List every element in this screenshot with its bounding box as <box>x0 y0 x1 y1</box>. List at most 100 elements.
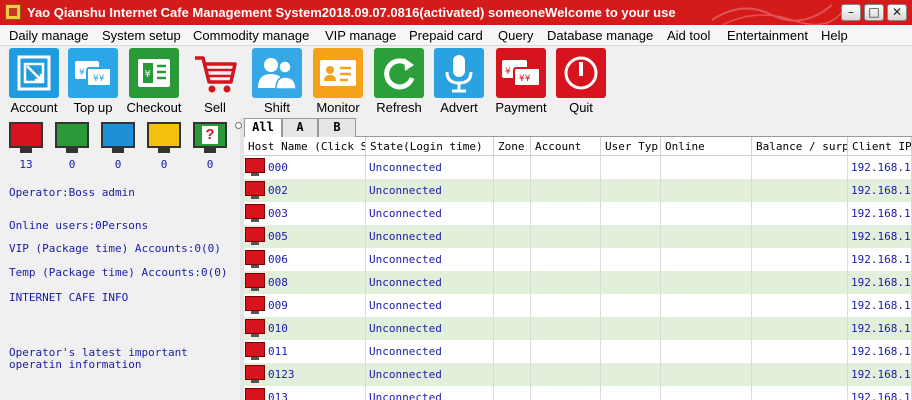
menu-prepaid-card[interactable]: Prepaid card <box>409 28 483 43</box>
menu-database-manage[interactable]: Database manage <box>547 28 653 43</box>
host-name: 005 <box>268 230 288 243</box>
question-mark-icon: ? <box>202 126 218 144</box>
table-cell <box>531 271 601 294</box>
menu-vip-manage[interactable]: VIP manage <box>325 28 396 43</box>
table-cell <box>752 386 848 400</box>
sell-button[interactable]: Sell <box>187 48 243 116</box>
checkout-icon: ¥ <box>129 48 179 98</box>
host-name: 011 <box>268 345 288 358</box>
monitor-green-icon[interactable] <box>55 122 89 156</box>
account-button[interactable]: Account <box>6 48 62 116</box>
menu-daily-manage[interactable]: Daily manage <box>9 28 89 43</box>
shift-button[interactable]: Shift <box>249 48 305 116</box>
table-cell <box>601 317 661 340</box>
table-row[interactable]: 011 Unconnected 192.168.10 <box>244 340 912 363</box>
menu-commodity-manage[interactable]: Commodity manage <box>193 28 309 43</box>
splitter-handle-icon[interactable] <box>235 122 242 129</box>
table-cell: Unconnected <box>366 340 494 363</box>
power-icon <box>556 48 606 98</box>
menu-help[interactable]: Help <box>821 28 848 43</box>
table-row[interactable]: 009 Unconnected 192.168.10 <box>244 294 912 317</box>
table-cell: 192.168.10 <box>848 156 912 179</box>
id-card-icon <box>313 48 363 98</box>
host-table: Host Name (Click Sc State(Login time) Zo… <box>244 137 912 400</box>
table-row[interactable]: 000 Unconnected 192.168.10 <box>244 156 912 179</box>
table-row[interactable]: 002 Unconnected 192.168.10 <box>244 179 912 202</box>
table-row[interactable]: 0123 Unconnected 192.168.10 <box>244 363 912 386</box>
advert-button[interactable]: Advert <box>431 48 487 116</box>
checkout-button[interactable]: ¥ Checkout <box>126 48 182 116</box>
table-cell <box>601 202 661 225</box>
table-row[interactable]: 003 Unconnected 192.168.10 <box>244 202 912 225</box>
table-cell <box>531 340 601 363</box>
tab-all[interactable]: All <box>244 118 282 138</box>
menu-entertainment[interactable]: Entertainment <box>727 28 808 43</box>
refresh-button[interactable]: Refresh <box>371 48 427 116</box>
table-row[interactable]: 005 Unconnected 192.168.10 <box>244 225 912 248</box>
col-zone[interactable]: Zone <box>494 137 531 156</box>
refresh-icon <box>374 48 424 98</box>
col-client-ip[interactable]: Client IP <box>848 137 912 156</box>
table-cell <box>531 156 601 179</box>
host-name: 002 <box>268 184 288 197</box>
monitor-blue-icon[interactable] <box>101 122 135 156</box>
table-cell: 006 <box>244 248 366 271</box>
table-header: Host Name (Click Sc State(Login time) Zo… <box>244 137 912 156</box>
monitor-unknown-icon[interactable]: ? <box>193 122 227 156</box>
table-cell <box>494 317 531 340</box>
table-cell: 009 <box>244 294 366 317</box>
menu-system-setup[interactable]: System setup <box>102 28 181 43</box>
table-row[interactable]: 013 Unconnected 192.168.10 <box>244 386 912 400</box>
table-row[interactable]: 006 Unconnected 192.168.10 <box>244 248 912 271</box>
table-cell: 005 <box>244 225 366 248</box>
table-cell <box>494 363 531 386</box>
top-up-button[interactable]: ¥ ¥¥ Top up <box>65 48 121 116</box>
close-button[interactable]: ✕ <box>887 4 907 21</box>
tab-b[interactable]: B <box>318 118 356 137</box>
table-cell: 008 <box>244 271 366 294</box>
table-cell <box>601 363 661 386</box>
temp-accounts-text: Temp (Package time) Accounts:0(0) <box>9 266 228 279</box>
col-user-type[interactable]: User Typ <box>601 137 661 156</box>
count-blue: 0 <box>114 158 122 171</box>
pc-offline-icon <box>244 273 266 292</box>
quit-button[interactable]: Quit <box>553 48 609 116</box>
monitor-yellow-icon[interactable] <box>147 122 181 156</box>
maximize-button[interactable]: □ <box>864 4 884 21</box>
quit-label: Quit <box>569 100 593 115</box>
menu-aid-tool[interactable]: Aid tool <box>667 28 710 43</box>
minimize-button[interactable]: – <box>841 4 861 21</box>
tab-a[interactable]: A <box>282 118 318 137</box>
col-online[interactable]: Online <box>661 137 752 156</box>
pc-offline-icon <box>244 181 266 200</box>
table-row[interactable]: 008 Unconnected 192.168.10 <box>244 271 912 294</box>
table-cell: 010 <box>244 317 366 340</box>
host-name: 000 <box>268 161 288 174</box>
col-host-name[interactable]: Host Name (Click Sc <box>244 137 366 156</box>
users-icon <box>252 48 302 98</box>
table-cell <box>752 179 848 202</box>
monitor-button[interactable]: Monitor <box>310 48 366 116</box>
table-cell <box>661 340 752 363</box>
col-state[interactable]: State(Login time) <box>366 137 494 156</box>
operator-text: Operator:Boss admin <box>9 186 135 199</box>
table-cell: 0123 <box>244 363 366 386</box>
table-cell <box>661 386 752 400</box>
vip-accounts-text: VIP (Package time) Accounts:0(0) <box>9 242 221 255</box>
table-cell: Unconnected <box>366 156 494 179</box>
host-name: 008 <box>268 276 288 289</box>
payment-icon: ¥ ¥¥ <box>496 48 546 98</box>
col-account[interactable]: Account <box>531 137 601 156</box>
pc-offline-icon <box>244 250 266 269</box>
monitor-red-icon[interactable] <box>9 122 43 156</box>
table-row[interactable]: 010 Unconnected 192.168.10 <box>244 317 912 340</box>
payment-button[interactable]: ¥ ¥¥ Payment <box>493 48 549 116</box>
svg-text:¥: ¥ <box>505 67 511 77</box>
table-cell <box>494 202 531 225</box>
title-decoration <box>711 4 842 25</box>
menu-query[interactable]: Query <box>498 28 533 43</box>
status-panel: ? 13 0 0 0 0 Operator:Boss admin Online … <box>0 118 240 400</box>
table-cell <box>601 179 661 202</box>
col-balance[interactable]: Balance / surp <box>752 137 848 156</box>
table-cell: Unconnected <box>366 317 494 340</box>
